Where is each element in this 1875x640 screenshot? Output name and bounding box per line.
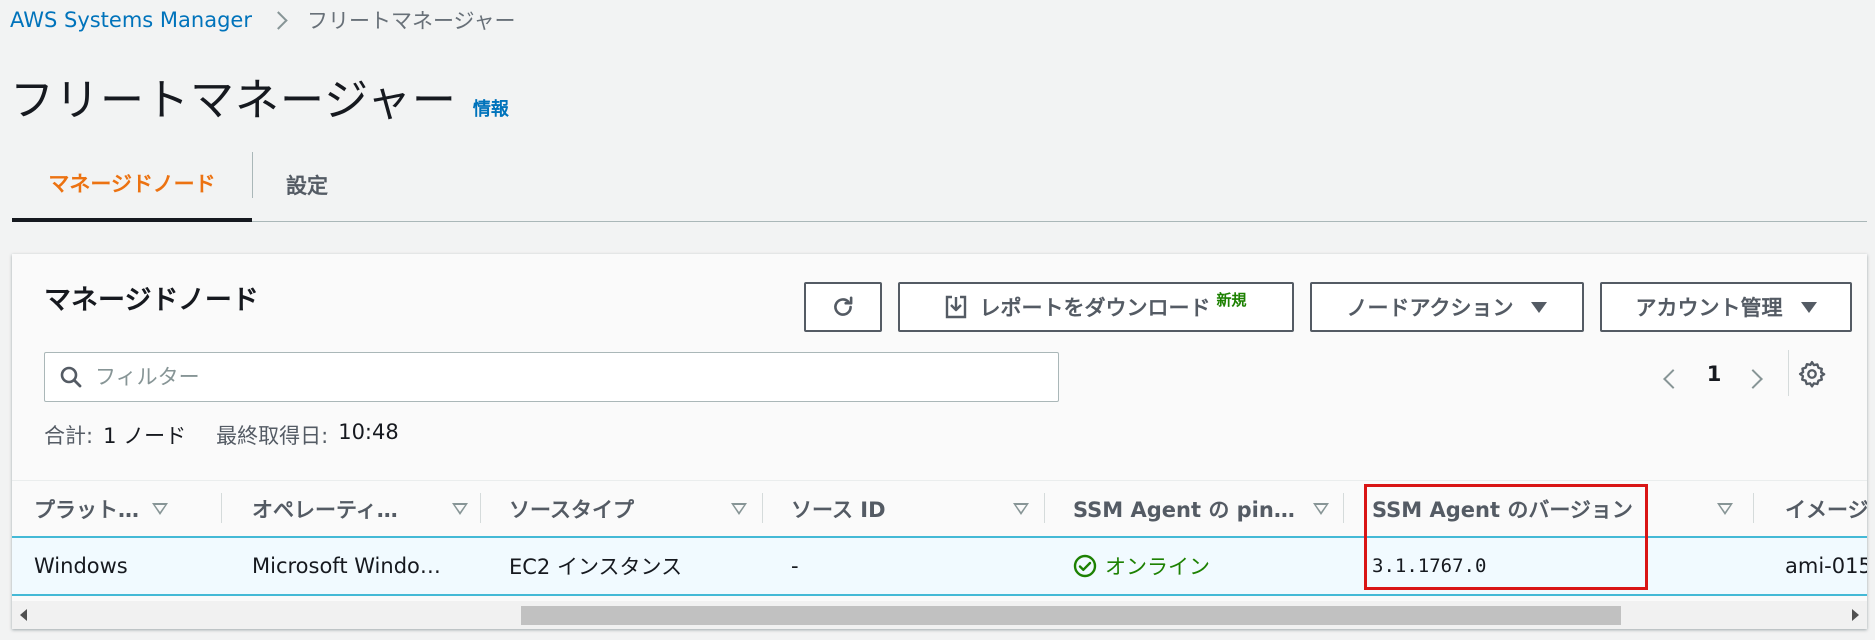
gear-icon[interactable] bbox=[1798, 360, 1826, 388]
summary-info: 合計: 1 ノード 最終取得日: 10:48 bbox=[44, 420, 429, 450]
tab-divider bbox=[252, 152, 253, 198]
scrollbar-thumb[interactable] bbox=[521, 606, 1621, 625]
tab-managed-nodes[interactable]: マネージドノード bbox=[12, 148, 252, 222]
cell-source-type: EC2 インスタンス bbox=[509, 555, 683, 579]
column-divider[interactable] bbox=[1753, 493, 1754, 523]
tab-settings[interactable]: 設定 bbox=[286, 148, 328, 222]
sort-icon[interactable] bbox=[1313, 503, 1329, 515]
breadcrumb-systems-manager-link[interactable]: AWS Systems Manager bbox=[10, 8, 252, 32]
page-header: フリートマネージャー 情報 bbox=[10, 64, 509, 128]
chevron-right-icon bbox=[269, 10, 288, 30]
cell-image: ami-015 bbox=[1785, 554, 1867, 578]
pagination-divider bbox=[1788, 350, 1789, 396]
panel-title: マネージドノード bbox=[44, 285, 259, 316]
new-badge: 新規 bbox=[1216, 290, 1247, 309]
filter-search-box[interactable] bbox=[44, 352, 1059, 402]
check-circle-icon bbox=[1073, 554, 1097, 578]
column-divider[interactable] bbox=[480, 493, 481, 523]
scroll-left-icon[interactable] bbox=[20, 609, 27, 621]
pagination-current-page[interactable]: 1 bbox=[1702, 362, 1726, 386]
total-value: 1 ノード bbox=[103, 424, 187, 448]
info-link[interactable]: 情報 bbox=[473, 95, 509, 121]
column-divider[interactable] bbox=[1044, 493, 1045, 523]
cell-os: Microsoft Windo… bbox=[252, 554, 441, 578]
cell-source-id: - bbox=[791, 554, 799, 578]
scroll-right-icon[interactable] bbox=[1852, 609, 1859, 621]
account-management-label: アカウント管理 bbox=[1635, 296, 1783, 320]
node-actions-label: ノードアクション bbox=[1346, 296, 1514, 320]
download-report-button[interactable]: レポートをダウンロード 新規 bbox=[898, 282, 1294, 332]
refresh-icon bbox=[834, 296, 853, 316]
cell-platform: Windows bbox=[34, 554, 128, 578]
download-report-label: レポートをダウンロード bbox=[979, 296, 1211, 320]
sort-icon[interactable] bbox=[452, 503, 468, 515]
last-fetched-label: 最終取得日: bbox=[216, 424, 329, 448]
column-header-image[interactable]: イメージ bbox=[1785, 481, 1867, 537]
column-header-os[interactable]: オペレーティ… bbox=[252, 481, 398, 537]
ping-status-label: オンライン bbox=[1105, 555, 1210, 579]
refresh-button[interactable] bbox=[804, 282, 882, 332]
breadcrumb: AWS Systems Manager フリートマネージャー bbox=[10, 6, 516, 34]
column-header-source-id[interactable]: ソース ID bbox=[791, 481, 886, 537]
filter-input[interactable] bbox=[95, 365, 995, 389]
caret-down-icon bbox=[1531, 301, 1548, 313]
column-header-source-type[interactable]: ソースタイプ bbox=[509, 481, 634, 537]
download-icon bbox=[946, 295, 967, 319]
last-fetched-value: 10:48 bbox=[338, 420, 399, 444]
cell-ssm-ping: オンライン bbox=[1073, 538, 1210, 594]
column-divider[interactable] bbox=[1343, 493, 1344, 523]
column-divider[interactable] bbox=[221, 493, 222, 523]
search-icon bbox=[60, 366, 82, 388]
horizontal-scrollbar[interactable] bbox=[12, 601, 1867, 629]
column-divider[interactable] bbox=[762, 493, 763, 523]
tab-bar: マネージドノード 設定 bbox=[12, 148, 1867, 222]
account-management-button[interactable]: アカウント管理 bbox=[1600, 282, 1852, 332]
column-header-ssm-ping[interactable]: SSM Agent の pin… bbox=[1073, 481, 1295, 537]
page-title: フリートマネージャー bbox=[10, 75, 457, 126]
pagination-prev-icon[interactable] bbox=[1663, 369, 1683, 389]
breadcrumb-current: フリートマネージャー bbox=[306, 9, 516, 33]
node-actions-button[interactable]: ノードアクション bbox=[1310, 282, 1584, 332]
column-header-platform[interactable]: プラット… bbox=[34, 481, 139, 537]
sort-icon[interactable] bbox=[731, 503, 747, 515]
sort-icon[interactable] bbox=[152, 503, 168, 515]
highlight-annotation-box bbox=[1364, 484, 1648, 590]
sort-icon[interactable] bbox=[1717, 503, 1733, 515]
total-label: 合計: bbox=[44, 424, 94, 448]
caret-down-icon bbox=[1800, 301, 1817, 313]
pagination-next-icon[interactable] bbox=[1743, 369, 1763, 389]
sort-icon[interactable] bbox=[1013, 503, 1029, 515]
